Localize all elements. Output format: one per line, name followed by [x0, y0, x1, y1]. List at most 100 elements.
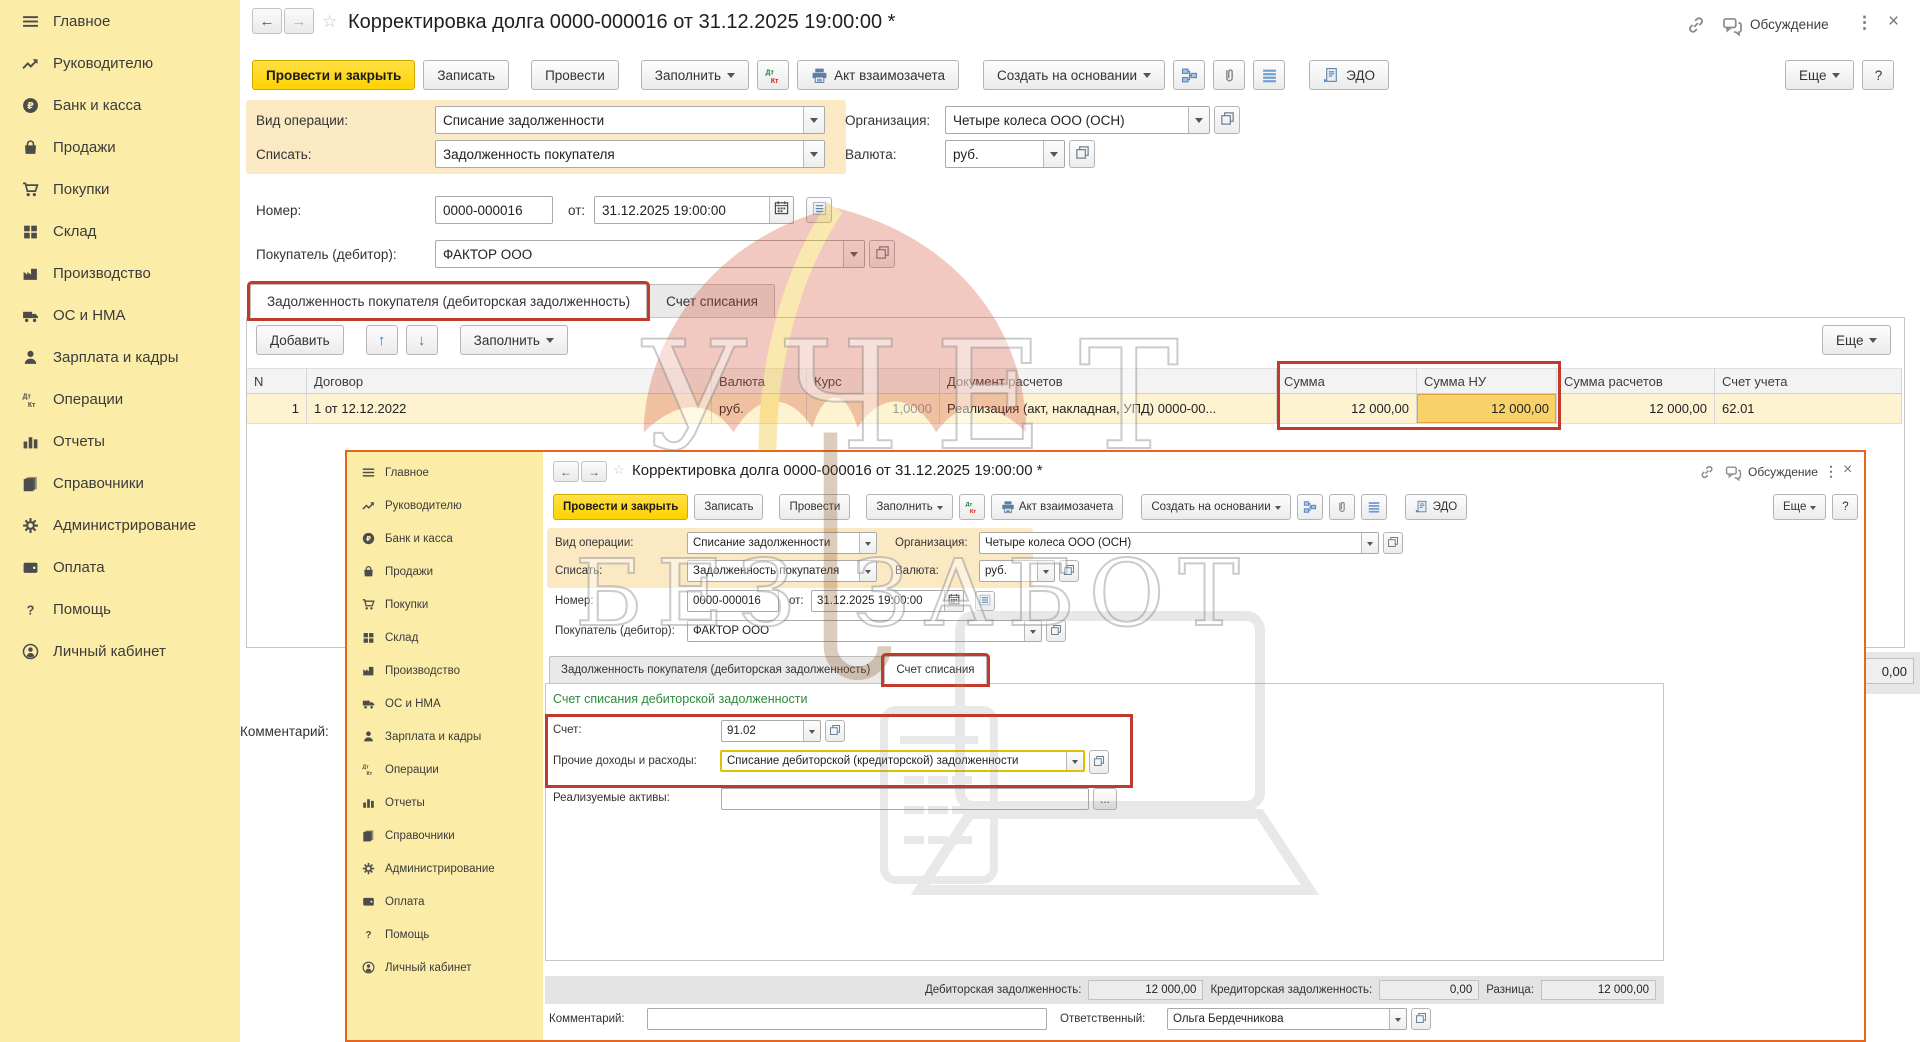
open-currency-button[interactable]: [1069, 140, 1095, 168]
column-header[interactable]: Валюта: [712, 368, 807, 394]
sidebar-item[interactable]: Производство: [347, 654, 543, 687]
sidebar-item[interactable]: ДтКт Операции: [347, 753, 543, 786]
create-based-on-button[interactable]: Создать на основании: [983, 60, 1165, 90]
dropdown-caret[interactable]: [803, 721, 820, 741]
column-header[interactable]: Документ расчетов: [940, 368, 1277, 394]
sidebar-item[interactable]: Отчеты: [347, 786, 543, 819]
sidebar-item[interactable]: ? Помощь: [0, 588, 240, 630]
post-button[interactable]: Провести: [779, 494, 850, 520]
number-input[interactable]: 0000-000016: [687, 590, 779, 612]
offset-act-button[interactable]: Акт взаимозачета: [797, 60, 959, 90]
notes-button[interactable]: [1253, 60, 1285, 90]
dropdown-caret[interactable]: [859, 533, 876, 553]
tab-debt[interactable]: Задолженность покупателя (дебиторская за…: [250, 284, 647, 318]
sidebar-item[interactable]: Покупки: [0, 168, 240, 210]
document-list-button[interactable]: [975, 591, 995, 611]
column-header[interactable]: Сумма НУ: [1417, 368, 1557, 394]
save-button[interactable]: Записать: [423, 60, 509, 90]
writeoff-select[interactable]: Задолженность покупателя: [435, 140, 825, 168]
more-button[interactable]: Еще: [1773, 494, 1826, 520]
tab-debt[interactable]: Задолженность покупателя (дебиторская за…: [549, 656, 882, 684]
fill-button[interactable]: Заполнить: [866, 494, 952, 520]
sidebar-item[interactable]: Склад: [0, 210, 240, 252]
cell-sum-calc[interactable]: 12 000,00: [1557, 394, 1715, 424]
sidebar-item[interactable]: Личный кабинет: [0, 630, 240, 672]
dropdown-caret[interactable]: [859, 561, 876, 581]
open-currency-button[interactable]: [1059, 560, 1079, 582]
date-input[interactable]: 31.12.2025 19:00:00: [811, 590, 964, 612]
fill-button[interactable]: Заполнить: [641, 60, 749, 90]
close-icon[interactable]: ×: [1843, 461, 1852, 479]
sidebar-item[interactable]: Главное: [0, 0, 240, 42]
structure-button[interactable]: [1297, 494, 1323, 520]
create-based-on-button[interactable]: Создать на основании: [1141, 494, 1290, 520]
sidebar-item[interactable]: Справочники: [347, 819, 543, 852]
currency-select[interactable]: руб.: [945, 140, 1065, 168]
edo-button[interactable]: ЭДО: [1309, 60, 1389, 90]
dropdown-caret[interactable]: [843, 241, 864, 267]
open-buyer-button[interactable]: [1046, 620, 1066, 642]
sidebar-item[interactable]: Администрирование: [0, 504, 240, 546]
back-button[interactable]: ←: [553, 461, 579, 482]
menu-dots-icon[interactable]: ⋮: [1824, 463, 1838, 480]
date-input[interactable]: 31.12.2025 19:00:00: [594, 196, 794, 224]
cell-sum-nu[interactable]: 12 000,00: [1417, 394, 1557, 424]
sidebar-item[interactable]: Зарплата и кадры: [347, 720, 543, 753]
sidebar-item[interactable]: Покупки: [347, 588, 543, 621]
link-icon[interactable]: [1686, 15, 1706, 35]
sidebar-item[interactable]: Личный кабинет: [347, 951, 543, 984]
sidebar-item[interactable]: ДтКт Операции: [0, 378, 240, 420]
edo-button[interactable]: ЭДО: [1405, 494, 1468, 520]
dtkt-postings-button[interactable]: ДтКт: [959, 494, 985, 520]
account-select[interactable]: 91.02: [721, 720, 821, 742]
dropdown-caret[interactable]: [1389, 1009, 1406, 1029]
buyer-select[interactable]: ФАКТОР ООО: [435, 240, 865, 268]
dropdown-caret[interactable]: [1188, 107, 1209, 133]
favorite-star-icon[interactable]: ☆: [322, 12, 337, 32]
sidebar-item[interactable]: ? Помощь: [347, 918, 543, 951]
operation-type-select[interactable]: Списание задолженности: [435, 106, 825, 134]
cell-sum[interactable]: 12 000,00: [1277, 394, 1417, 424]
cell-contract[interactable]: 1 от 12.12.2022: [307, 394, 712, 424]
sidebar-item[interactable]: Продажи: [347, 555, 543, 588]
help-button[interactable]: ?: [1832, 494, 1858, 520]
comment-input[interactable]: [647, 1008, 1047, 1030]
dropdown-caret[interactable]: [803, 141, 824, 167]
column-header[interactable]: Курс: [807, 368, 940, 394]
discussion-label[interactable]: Обсуждение: [1748, 465, 1818, 479]
close-icon[interactable]: ×: [1888, 11, 1899, 33]
currency-select[interactable]: руб.: [979, 560, 1055, 582]
tab-writeoff-account[interactable]: Счет списания: [649, 284, 775, 318]
sold-assets-more-button[interactable]: ...: [1093, 788, 1117, 810]
operation-type-select[interactable]: Списание задолженности: [687, 532, 877, 554]
sidebar-item[interactable]: Справочники: [0, 462, 240, 504]
move-down-button[interactable]: ↓: [406, 325, 438, 355]
number-input[interactable]: 0000-000016: [435, 196, 553, 224]
forward-button[interactable]: →: [581, 461, 607, 482]
sidebar-item[interactable]: Администрирование: [347, 852, 543, 885]
open-responsible-button[interactable]: [1411, 1008, 1431, 1030]
organization-select[interactable]: Четыре колеса ООО (ОСН): [945, 106, 1210, 134]
dropdown-caret[interactable]: [1037, 561, 1054, 581]
grid-fill-button[interactable]: Заполнить: [460, 325, 568, 355]
cell-currency[interactable]: руб.: [712, 394, 807, 424]
open-organization-button[interactable]: [1214, 106, 1240, 134]
sidebar-item[interactable]: Руководителю: [347, 489, 543, 522]
menu-dots-icon[interactable]: ⋮: [1856, 13, 1873, 33]
calendar-icon[interactable]: [944, 591, 963, 611]
forward-button[interactable]: →: [284, 8, 314, 34]
column-header[interactable]: N: [247, 368, 307, 394]
dtkt-postings-button[interactable]: ДтКт: [757, 60, 789, 90]
sidebar-item[interactable]: Производство: [0, 252, 240, 294]
move-up-button[interactable]: ↑: [366, 325, 398, 355]
discussion-icon[interactable]: [1725, 464, 1742, 481]
cell-rate[interactable]: 1,0000: [807, 394, 940, 424]
dropdown-caret[interactable]: [1024, 621, 1041, 641]
sidebar-item[interactable]: Склад: [347, 621, 543, 654]
sidebar-item[interactable]: Руководителю: [0, 42, 240, 84]
other-income-expense-select[interactable]: Списание дебиторской (кредиторской) задо…: [720, 750, 1085, 772]
discussion-label[interactable]: Обсуждение: [1750, 17, 1829, 32]
cell-account[interactable]: 62.01: [1715, 394, 1902, 424]
sidebar-item[interactable]: ОС и НМА: [0, 294, 240, 336]
sidebar-item[interactable]: Продажи: [0, 126, 240, 168]
